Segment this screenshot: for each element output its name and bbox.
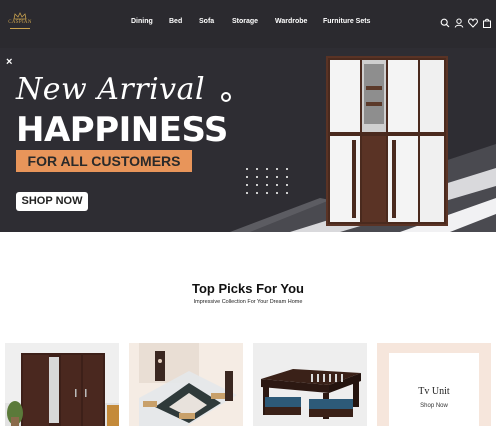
dot (286, 184, 288, 186)
dot (286, 176, 288, 178)
nav-furniture-sets[interactable]: Furniture Sets (323, 18, 370, 25)
dot (246, 184, 248, 186)
hero-tagline: FOR ALL CUSTOMERS (16, 150, 192, 172)
product-card-coffee-table[interactable] (253, 343, 367, 426)
dot (256, 192, 258, 194)
wardrobe-image (5, 343, 119, 426)
hero-wardrobe-image (326, 56, 448, 226)
dot (256, 176, 258, 178)
section-title: Top Picks For You (192, 281, 304, 296)
dot (246, 176, 248, 178)
dot (266, 184, 268, 186)
tv-unit-overlay: Tv Unit Shop Now (389, 353, 479, 426)
dot (286, 168, 288, 170)
dot (286, 192, 288, 194)
shop-now-link[interactable]: Shop Now (389, 403, 479, 409)
dining-set-image (129, 343, 243, 426)
user-icon[interactable] (454, 18, 464, 28)
heart-icon[interactable] (468, 18, 478, 28)
dot (276, 176, 278, 178)
ring-decoration (221, 92, 231, 102)
nav-storage[interactable]: Storage (232, 18, 258, 25)
dot (276, 168, 278, 170)
card-title: Tv Unit (418, 386, 450, 397)
site-header: CASPIAN Dining Bed Sofa Storage Wardrobe… (0, 0, 496, 48)
coffee-table-image (253, 343, 367, 426)
shop-now-button[interactable]: SHOP NOW (16, 192, 88, 211)
dot (276, 184, 278, 186)
dot (276, 192, 278, 194)
dot (246, 192, 248, 194)
hero-script-title: New Arrival (16, 72, 206, 107)
dot-grid-decoration (246, 168, 296, 198)
dot (256, 184, 258, 186)
dot (246, 168, 248, 170)
hero-headline: HAPPINESS (16, 110, 228, 150)
close-icon[interactable]: × (6, 56, 12, 68)
hero-banner: × New Arrival HAPPINESS FOR ALL CUSTOMER… (0, 48, 496, 232)
product-card-tv-unit[interactable]: Tv Unit Shop Now (377, 343, 491, 426)
nav-dining[interactable]: Dining (131, 18, 153, 25)
dot (266, 192, 268, 194)
main-nav: Dining Bed Sofa Storage Wardrobe Furnitu… (0, 18, 496, 30)
bag-icon[interactable] (482, 18, 492, 28)
nav-sofa[interactable]: Sofa (199, 18, 214, 25)
dot (266, 168, 268, 170)
dot (256, 168, 258, 170)
nav-wardrobe[interactable]: Wardrobe (275, 18, 307, 25)
nav-bed[interactable]: Bed (169, 18, 182, 25)
product-card-dining-set[interactable] (129, 343, 243, 426)
section-subtitle: Impressive Collection For Your Dream Hom… (193, 299, 303, 305)
search-icon[interactable] (440, 18, 450, 28)
dot (266, 176, 268, 178)
product-card-wardrobe[interactable] (5, 343, 119, 426)
